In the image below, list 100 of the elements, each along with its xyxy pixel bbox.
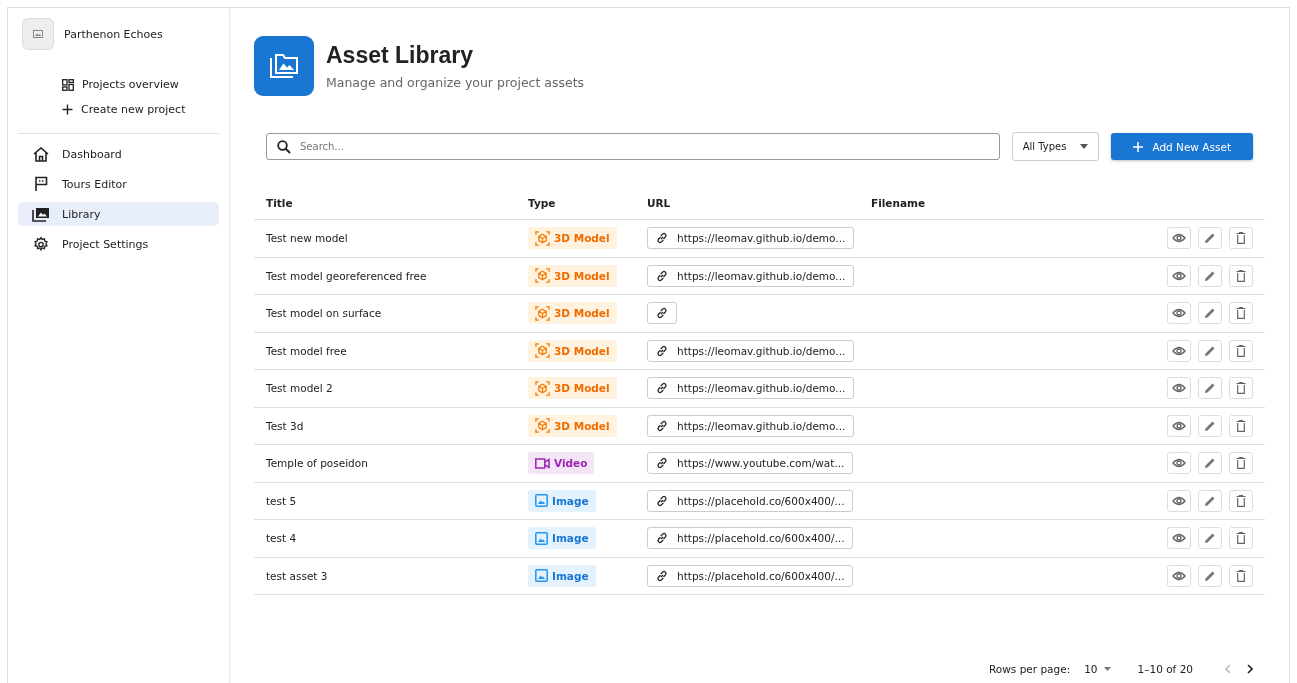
library-logo	[254, 36, 314, 96]
url-link[interactable]: https://placehold.co/600x400/...	[647, 564, 854, 587]
add-asset-button[interactable]: Add New Asset	[1111, 133, 1253, 160]
url-link[interactable]: https://placehold.co/600x400/...	[647, 527, 854, 550]
view-button[interactable]	[1167, 264, 1191, 287]
url-link[interactable]	[647, 302, 677, 325]
url-link[interactable]: https://www.youtube.com/wat...	[647, 452, 854, 475]
view-button[interactable]	[1167, 339, 1191, 362]
view-button[interactable]	[1167, 414, 1191, 437]
edit-button[interactable]	[1198, 227, 1222, 250]
trash-icon	[1236, 457, 1246, 470]
url-link[interactable]: https://leomav.github.io/demo...	[647, 377, 855, 400]
delete-button[interactable]	[1229, 414, 1253, 437]
video-camera-icon	[535, 457, 550, 469]
pencil-icon	[1204, 307, 1216, 320]
pencil-icon	[1204, 269, 1216, 282]
edit-button[interactable]	[1198, 489, 1222, 512]
nav-item[interactable]: Tours Editor	[18, 172, 219, 196]
cube-icon	[535, 268, 550, 284]
link-icon	[656, 269, 668, 282]
table-cell-text: Test new model	[266, 232, 349, 245]
type-filter-dropdown[interactable]: All Types	[1011, 132, 1100, 161]
dropdown-caret-icon	[1080, 144, 1089, 149]
cube-icon	[535, 230, 550, 246]
view-button[interactable]	[1167, 489, 1191, 512]
table-cell-text: Test model on surface	[266, 307, 383, 320]
view-button[interactable]	[1167, 227, 1191, 250]
delete-button[interactable]	[1229, 264, 1253, 287]
edit-button[interactable]	[1198, 339, 1222, 362]
chevron-left-icon	[1225, 664, 1231, 674]
delete-button[interactable]	[1229, 452, 1253, 475]
nav-item[interactable]: Project Settings	[18, 232, 219, 256]
edit-button[interactable]	[1198, 377, 1222, 400]
url-link[interactable]: https://leomav.github.io/demo...	[647, 264, 855, 287]
edit-button[interactable]	[1198, 302, 1222, 325]
delete-button[interactable]	[1229, 339, 1253, 362]
delete-button[interactable]	[1229, 564, 1253, 587]
project-menu-item[interactable]: Create new project	[62, 103, 219, 116]
type-tag: 3D Model	[528, 414, 617, 437]
link-icon	[656, 382, 668, 395]
url-link[interactable]: https://leomav.github.io/demo...	[647, 339, 855, 362]
view-button[interactable]	[1167, 452, 1191, 475]
chevron-right-icon	[1247, 664, 1253, 674]
view-button[interactable]	[1167, 302, 1191, 325]
edit-button[interactable]	[1198, 452, 1222, 475]
pencil-icon	[1204, 457, 1216, 470]
type-tag: 3D Model	[528, 227, 617, 250]
search-field[interactable]: Search...	[266, 133, 1000, 160]
trash-icon	[1236, 307, 1246, 320]
table-cell-text: Test 3d	[266, 419, 305, 432]
type-tag: Image	[528, 527, 596, 550]
image-icon	[535, 494, 548, 508]
delete-button[interactable]	[1229, 377, 1253, 400]
eye-icon	[1172, 458, 1186, 469]
column-header: Filename	[871, 197, 927, 209]
cube-icon	[535, 380, 550, 396]
type-tag: 3D Model	[528, 377, 617, 400]
trash-icon	[1236, 494, 1246, 507]
pencil-icon	[1204, 569, 1216, 582]
edit-button[interactable]	[1198, 264, 1222, 287]
link-icon	[656, 344, 668, 357]
delete-button[interactable]	[1229, 302, 1253, 325]
column-header: URL	[647, 197, 672, 209]
delete-button[interactable]	[1229, 527, 1253, 550]
delete-button[interactable]	[1229, 227, 1253, 250]
delete-button[interactable]	[1229, 489, 1253, 512]
project-menu-item[interactable]: Projects overview	[62, 78, 219, 91]
pencil-icon	[1204, 232, 1216, 245]
trash-icon	[1236, 382, 1246, 395]
link-icon	[656, 457, 668, 470]
eye-icon	[1172, 233, 1186, 244]
view-button[interactable]	[1167, 377, 1191, 400]
view-button[interactable]	[1167, 527, 1191, 550]
url-link[interactable]: https://leomav.github.io/demo...	[647, 414, 855, 437]
plus-icon	[62, 104, 73, 115]
nav-item[interactable]: Dashboard	[18, 142, 219, 166]
cube-icon	[535, 305, 550, 321]
rows-per-page-select[interactable]: 10	[1084, 663, 1111, 675]
table-cell-text: test 4	[266, 532, 298, 545]
pencil-icon	[1204, 494, 1216, 507]
flag-icon	[32, 176, 50, 192]
project-name: Parthenon Echoes	[64, 27, 163, 41]
cube-icon	[535, 343, 550, 359]
edit-button[interactable]	[1198, 527, 1222, 550]
url-link[interactable]: https://leomav.github.io/demo...	[647, 227, 855, 250]
plus-icon	[1133, 141, 1144, 152]
link-icon	[656, 532, 668, 545]
pencil-icon	[1204, 419, 1216, 432]
link-icon	[656, 232, 668, 245]
project-thumbnail	[22, 18, 54, 50]
view-button[interactable]	[1167, 564, 1191, 587]
edit-button[interactable]	[1198, 564, 1222, 587]
eye-icon	[1172, 270, 1186, 281]
url-link[interactable]: https://placehold.co/600x400/...	[647, 489, 854, 512]
edit-button[interactable]	[1198, 414, 1222, 437]
grid-icon	[62, 78, 74, 91]
nav-item[interactable]: Library	[18, 202, 219, 226]
eye-icon	[1172, 533, 1186, 544]
eye-icon	[1172, 383, 1186, 394]
link-icon	[656, 569, 668, 582]
